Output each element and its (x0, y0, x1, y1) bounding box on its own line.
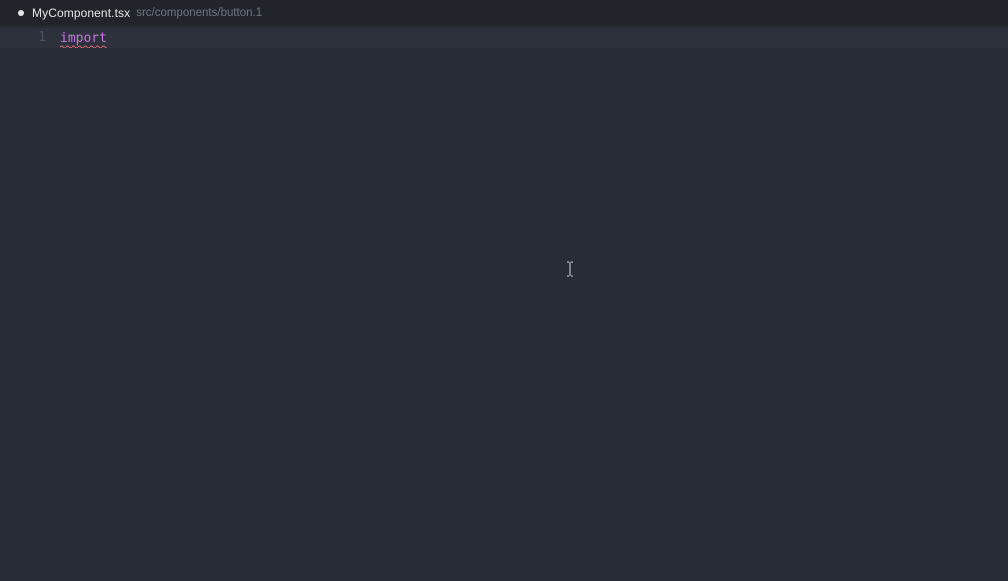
tab-bar: MyComponent.tsx src/components/button.1 (0, 0, 1008, 26)
code-line[interactable]: import· (60, 28, 1008, 48)
keyword-token: import (60, 29, 107, 49)
code-content[interactable]: import· (60, 26, 1008, 581)
editor-area[interactable]: 1 import· (0, 26, 1008, 581)
whitespace-marker: · (107, 31, 114, 44)
tab-filename[interactable]: MyComponent.tsx (32, 6, 130, 20)
line-number-gutter: 1 (0, 26, 60, 581)
error-squiggle-icon (60, 45, 107, 48)
modified-indicator-icon (18, 10, 24, 16)
tab-path: src/components/button.1 (136, 7, 262, 19)
line-number: 1 (0, 28, 46, 48)
